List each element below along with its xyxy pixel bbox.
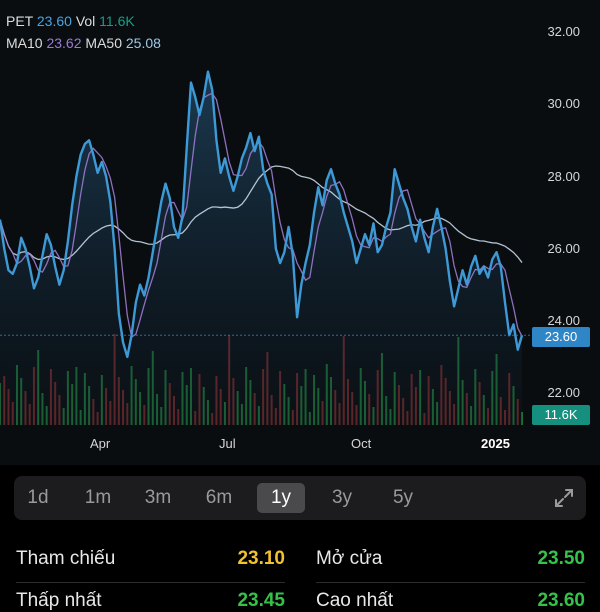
x-axis-label: Jul [219, 436, 236, 451]
high-value: 23.60 [537, 590, 585, 611]
legend-row-2: MA10 23.62 MA50 25.08 [6, 34, 161, 52]
divider [316, 582, 585, 583]
timeframe-1m[interactable]: 1m [74, 483, 122, 513]
timeframe-3m[interactable]: 3m [134, 483, 182, 513]
low-value: 23.45 [237, 590, 285, 611]
x-axis-label: Oct [351, 436, 372, 451]
timeframe-1d[interactable]: 1d [14, 483, 62, 513]
legend-ma50-label: MA50 [85, 35, 122, 51]
open-value: 23.50 [537, 548, 585, 569]
y-axis-label: 32.00 [547, 24, 580, 39]
current-volume-badge: 11.6K [532, 405, 590, 425]
timeframe-5y[interactable]: 5y [379, 483, 427, 513]
legend-ma50-value: 25.08 [125, 35, 161, 51]
timeframe-selector: 1d 1m 3m 6m 1y 3y 5y [14, 476, 586, 520]
y-axis-label: 22.00 [547, 385, 580, 400]
open-label: Mở cửa [316, 548, 383, 569]
ref-value: 23.10 [237, 548, 285, 569]
expand-icon[interactable] [552, 486, 576, 510]
x-axis-label: Apr [90, 436, 111, 451]
current-price-badge: 23.60 [532, 327, 590, 347]
ref-label: Tham chiếu [16, 548, 116, 569]
timeframe-1y[interactable]: 1y [257, 483, 305, 513]
legend-vol-label: Vol [75, 13, 96, 29]
legend-row-1: PET 23.60 Vol 11.6K [6, 12, 135, 30]
low-label: Thấp nhất [16, 590, 102, 611]
y-axis-label: 28.00 [547, 169, 580, 184]
legend-ma10-value: 23.62 [46, 35, 82, 51]
x-axis-label: 2025 [481, 436, 510, 451]
divider [16, 582, 285, 583]
high-label: Cao nhất [316, 590, 394, 611]
chart-canvas[interactable] [0, 0, 600, 465]
y-axis-label: 26.00 [547, 241, 580, 256]
y-axis-label: 24.00 [547, 313, 580, 328]
legend-ma10-label: MA10 [6, 35, 43, 51]
timeframe-3y[interactable]: 3y [318, 483, 366, 513]
price-chart[interactable]: PET 23.60 Vol 11.6K MA10 23.62 MA50 25.0… [0, 0, 600, 465]
timeframe-6m[interactable]: 6m [195, 483, 243, 513]
y-axis-label: 30.00 [547, 96, 580, 111]
legend-vol-value: 11.6K [99, 13, 135, 29]
legend-price: 23.60 [36, 13, 72, 29]
legend-symbol: PET [6, 13, 33, 29]
